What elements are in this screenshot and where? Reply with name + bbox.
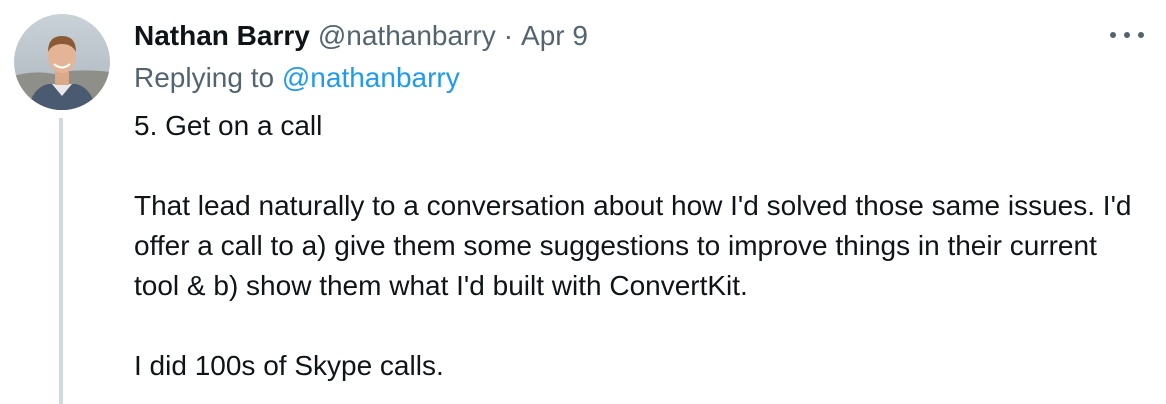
author-avatar[interactable] — [14, 14, 110, 110]
replying-to: Replying to @nathanbarry — [134, 58, 1134, 98]
replying-to-mention[interactable]: @nathanbarry — [282, 62, 460, 93]
tweet-header: Nathan Barry @nathanbarry · Apr 9 — [134, 14, 1134, 58]
thread-line — [59, 118, 63, 404]
tweet-paragraph: 5. Get on a call — [134, 110, 323, 141]
separator-dot: · — [503, 20, 514, 51]
replying-to-label: Replying to — [134, 62, 275, 93]
avatar-image — [14, 14, 110, 110]
dot-icon — [1138, 32, 1144, 38]
tweet-paragraph: That lead naturally to a conversation ab… — [134, 190, 1132, 301]
more-options-icon[interactable] — [1110, 22, 1144, 48]
author-name[interactable]: Nathan Barry — [134, 14, 310, 58]
tweet-date[interactable]: Apr 9 — [521, 14, 588, 58]
tweet-text: 5. Get on a call That lead naturally to … — [134, 106, 1144, 386]
tweet-paragraph: I did 100s of Skype calls. — [134, 350, 444, 381]
author-handle[interactable]: @nathanbarry — [318, 14, 496, 58]
dot-icon — [1124, 32, 1130, 38]
tweet-body: Nathan Barry @nathanbarry · Apr 9 Replyi… — [134, 14, 1134, 386]
dot-icon — [1110, 32, 1116, 38]
